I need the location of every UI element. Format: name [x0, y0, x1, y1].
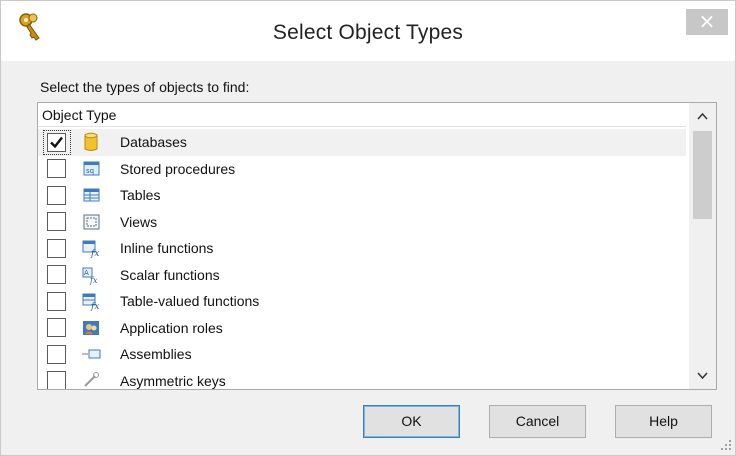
- scrollbar-thumb[interactable]: [693, 131, 712, 219]
- checkbox-asymmetric-keys[interactable]: [47, 371, 66, 389]
- vertical-scrollbar[interactable]: [689, 103, 716, 389]
- list-item-application-roles[interactable]: Application roles: [38, 315, 686, 342]
- list-item-views[interactable]: Views: [38, 209, 686, 236]
- svg-text:A: A: [84, 269, 89, 277]
- object-type-rows: Databases sq Stored procedures Tables Vi…: [38, 129, 686, 389]
- help-button[interactable]: Help: [615, 405, 712, 438]
- select-object-types-dialog: Select Object Types × Select the types o…: [0, 0, 736, 456]
- item-label: Table-valued functions: [120, 293, 260, 310]
- item-label: Application roles: [120, 319, 223, 336]
- checkbox-tables[interactable]: [47, 185, 66, 205]
- svg-text:fx: fx: [89, 276, 98, 285]
- view-icon: [83, 214, 100, 230]
- object-type-list[interactable]: Object Type Databases sq Stored procedur…: [37, 102, 717, 390]
- resize-grip-icon[interactable]: [720, 439, 732, 451]
- stored-procedure-icon: sq: [83, 161, 100, 176]
- table-valued-function-icon: fx: [82, 293, 99, 311]
- item-label: Tables: [120, 187, 161, 204]
- item-label: Asymmetric keys: [120, 372, 226, 389]
- item-label: Databases: [120, 134, 187, 151]
- list-item-tables[interactable]: Tables: [38, 182, 686, 209]
- dialog-title: Select Object Types: [272, 21, 464, 44]
- scroll-down-button[interactable]: [689, 365, 716, 387]
- item-label: Stored procedures: [120, 160, 236, 177]
- list-item-databases[interactable]: Databases: [38, 129, 686, 156]
- checkbox-application-roles[interactable]: [47, 318, 66, 338]
- item-label: Views: [120, 213, 158, 230]
- instruction-label: Select the types of objects to find:: [40, 79, 250, 95]
- checkbox-stored-procedures[interactable]: [47, 159, 66, 179]
- column-header-object-type[interactable]: Object Type: [38, 103, 686, 127]
- ok-button[interactable]: OK: [363, 405, 460, 438]
- list-item-scalar-functions[interactable]: A fx Scalar functions: [38, 262, 686, 289]
- asymmetric-key-icon: [84, 371, 99, 387]
- checkmark-icon: [50, 136, 63, 149]
- svg-text:fx: fx: [90, 302, 99, 311]
- chevron-up-icon: [697, 112, 708, 120]
- scalar-function-icon: A fx: [82, 267, 98, 285]
- chevron-down-icon: [697, 372, 708, 380]
- list-item-asymmetric-keys[interactable]: Asymmetric keys: [38, 368, 686, 389]
- checkbox-assemblies[interactable]: [47, 344, 66, 364]
- list-item-table-valued-functions[interactable]: fx Table-valued functions: [38, 288, 686, 315]
- item-label: Inline functions: [120, 240, 214, 257]
- close-button[interactable]: ×: [686, 9, 728, 35]
- inline-function-icon: fx: [82, 240, 99, 258]
- checkbox-views[interactable]: [47, 212, 66, 232]
- assembly-icon: [82, 349, 101, 359]
- database-icon: [84, 133, 98, 152]
- svg-text:fx: fx: [90, 249, 99, 258]
- item-label: Scalar functions: [120, 266, 220, 283]
- checkbox-databases[interactable]: [47, 132, 66, 152]
- checkbox-table-valued-functions[interactable]: [47, 291, 66, 311]
- cancel-button[interactable]: Cancel: [489, 405, 586, 438]
- title-bar[interactable]: Select Object Types ×: [1, 1, 735, 61]
- table-icon: [83, 188, 100, 202]
- list-item-inline-functions[interactable]: fx Inline functions: [38, 235, 686, 262]
- application-role-icon: [83, 320, 99, 335]
- item-label: Assemblies: [120, 346, 192, 363]
- svg-text:sq: sq: [86, 167, 94, 175]
- scroll-up-button[interactable]: [689, 105, 716, 127]
- checkbox-scalar-functions[interactable]: [47, 265, 66, 285]
- list-item-assemblies[interactable]: Assemblies: [38, 341, 686, 368]
- list-item-stored-procedures[interactable]: sq Stored procedures: [38, 156, 686, 183]
- checkbox-inline-functions[interactable]: [47, 238, 66, 258]
